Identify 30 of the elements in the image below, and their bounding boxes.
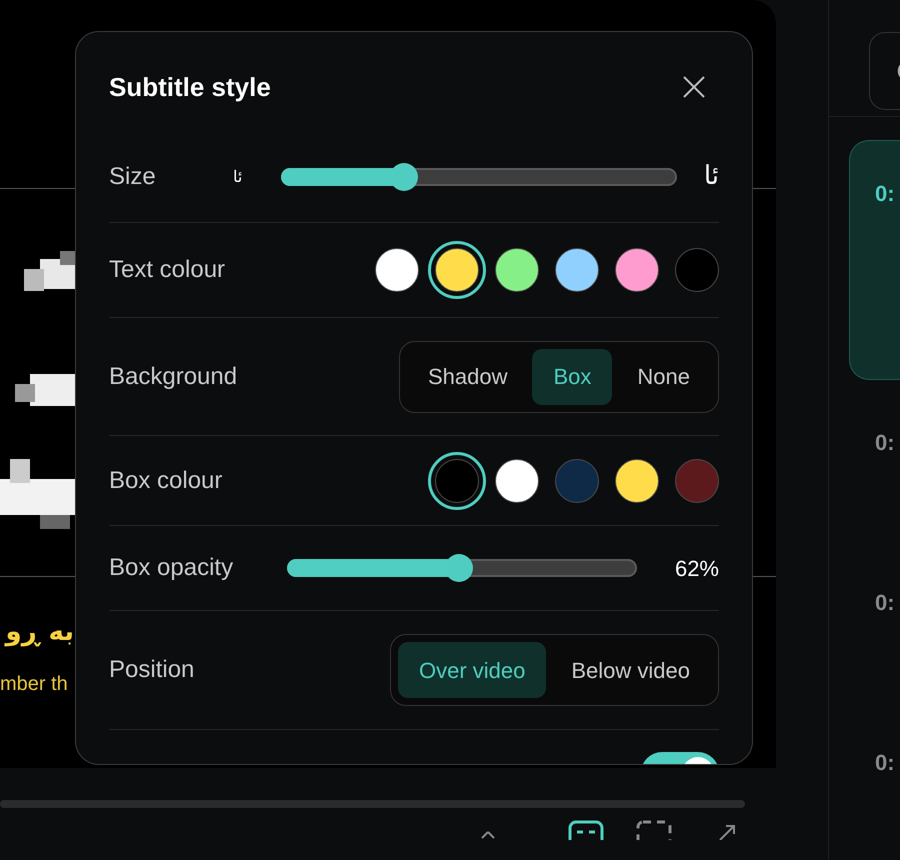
colour-swatch[interactable] (428, 452, 486, 510)
close-icon (682, 75, 706, 99)
cue-card[interactable]: 0: (849, 140, 900, 380)
segment-option[interactable]: Below video (550, 642, 711, 698)
segment-option[interactable]: Shadow (406, 348, 528, 404)
segment-option[interactable]: None (616, 348, 711, 404)
subtitle-line: mber th (0, 672, 69, 697)
row-label: Box opacity (109, 553, 234, 583)
cue-time: 0: (875, 181, 895, 206)
subtitle-line: به ڕو (4, 616, 74, 649)
progress-track[interactable] (0, 800, 745, 808)
slider[interactable] (287, 554, 637, 582)
row-label: Box colour (109, 466, 222, 496)
row-label: Text colour (109, 255, 226, 285)
cue-time: 0: (875, 590, 895, 615)
cue-time: 0: (875, 430, 895, 455)
row-label: Position (109, 655, 194, 685)
colour-swatch[interactable] (428, 241, 486, 299)
cue-time: 0: (875, 750, 895, 775)
segment-option[interactable]: Over video (398, 642, 546, 698)
opacity-reading: 62% (674, 554, 719, 582)
large-size-glyph: ئا (704, 160, 719, 193)
segment-option[interactable]: Box (532, 348, 612, 404)
row-label: Background (109, 362, 238, 392)
row-label: Size (109, 162, 157, 192)
subtitles-icon[interactable] (568, 820, 604, 840)
dialog-title: Subtitle style (109, 71, 271, 104)
small-size-glyph: ئا (233, 166, 244, 188)
frame-icon[interactable] (636, 820, 672, 840)
slider[interactable] (281, 162, 677, 190)
